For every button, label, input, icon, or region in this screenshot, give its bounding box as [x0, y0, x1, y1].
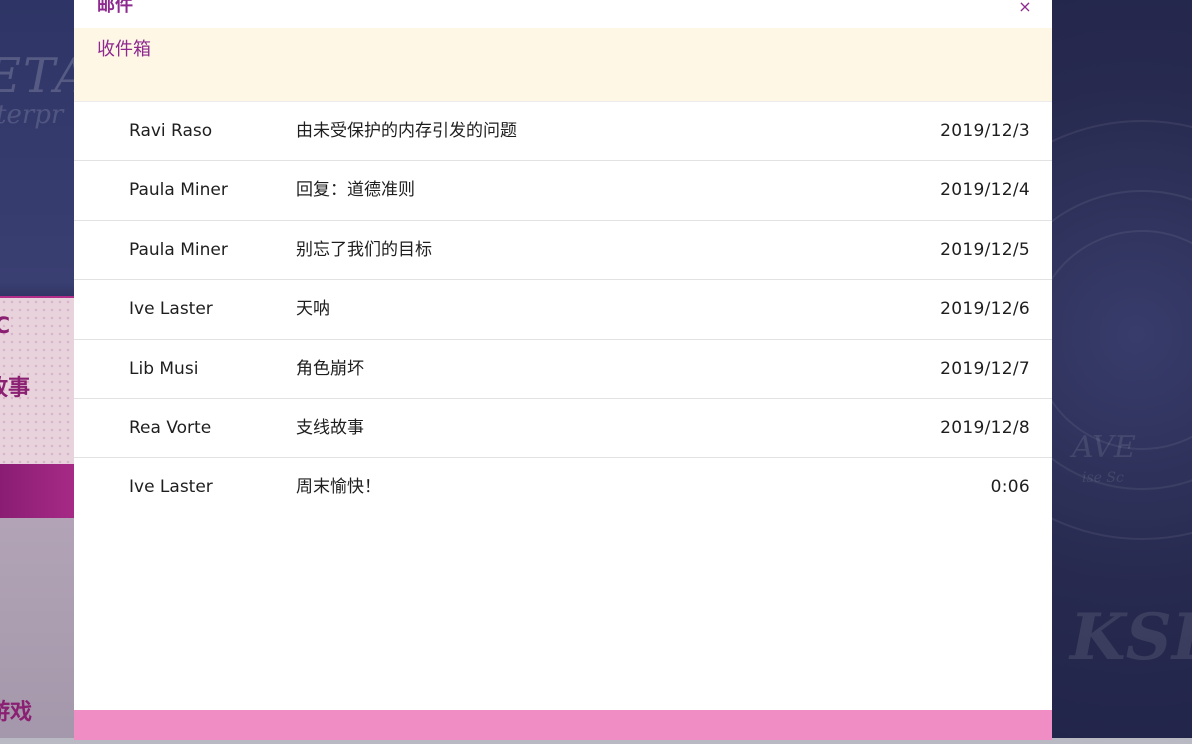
mail-dialog-title: 邮件 [97, 0, 133, 16]
mail-sender: Paula Miner [129, 239, 228, 260]
mail-sender: Lib Musi [129, 358, 199, 379]
mail-subject: 天呐 [296, 299, 330, 320]
background-logo-text: ETA [0, 48, 74, 104]
mail-subject: 别忘了我们的目标 [296, 239, 432, 260]
background-logo-subtext: terpr [0, 100, 64, 130]
mail-date: 2019/12/3 [940, 121, 1030, 141]
mail-row[interactable]: Ravi Raso 由未受保护的内存引发的问题 2019/12/3 [74, 102, 1052, 162]
mail-row[interactable]: Ive Laster 天呐 2019/12/6 [74, 280, 1052, 340]
mail-sender: Rea Vorte [129, 417, 212, 438]
mail-sender: Ive Laster [129, 477, 213, 498]
mail-date: 2019/12/8 [940, 417, 1030, 438]
mail-dialog: 邮件 × 收件箱 Ravi Raso 由未受保护的内存引发的问题 2019/12… [74, 0, 1052, 740]
background-menu-panel [0, 296, 74, 744]
background-menu-letter: C [0, 314, 11, 339]
mail-row[interactable]: Ive Laster 周末愉快！ 0:06 [74, 458, 1052, 518]
mail-date: 2019/12/7 [940, 358, 1030, 379]
close-icon[interactable]: × [1014, 0, 1036, 18]
background-right-large-text: KSE [1070, 600, 1192, 675]
mail-dialog-footer [74, 710, 1052, 740]
background-right-subtext: ise Sc [1082, 470, 1124, 486]
folder-bar: 收件箱 [74, 28, 1052, 102]
mail-row[interactable]: Lib Musi 角色崩坏 2019/12/7 [74, 339, 1052, 399]
background-right-panel: AVE ise Sc KSE [1052, 0, 1192, 744]
mail-subject: 角色崩坏 [296, 358, 364, 379]
background-right-text: AVE [1072, 430, 1136, 465]
mail-sender: Paula Miner [129, 180, 228, 201]
mail-subject: 由未受保护的内存引发的问题 [296, 121, 517, 141]
mail-subject: 回复：道德准则 [296, 180, 415, 201]
mail-date: 2019/12/4 [940, 180, 1030, 201]
background-menu-game: 游戏 [0, 700, 33, 725]
mail-date: 2019/12/5 [940, 239, 1030, 260]
mail-row[interactable]: Rea Vorte 支线故事 2019/12/8 [74, 398, 1052, 459]
mail-sender: Ravi Raso [129, 121, 213, 141]
background-highlight-band [0, 464, 74, 518]
mail-dialog-header: 邮件 × [74, 0, 1052, 28]
mail-subject: 支线故事 [296, 417, 364, 438]
mail-subject: 周末愉快！ [296, 477, 381, 498]
mail-date: 0:06 [990, 477, 1030, 498]
inbox-label[interactable]: 收件箱 [97, 38, 151, 62]
mail-date: 2019/12/6 [940, 299, 1030, 320]
mail-list: Ravi Raso 由未受保护的内存引发的问题 2019/12/3 Paula … [74, 102, 1052, 518]
background-menu-story: 故事 [0, 376, 31, 401]
mail-row[interactable]: Paula Miner 别忘了我们的目标 2019/12/5 [74, 220, 1052, 281]
mail-row[interactable]: Paula Miner 回复：道德准则 2019/12/4 [74, 161, 1052, 221]
mail-sender: Ive Laster [129, 299, 213, 320]
